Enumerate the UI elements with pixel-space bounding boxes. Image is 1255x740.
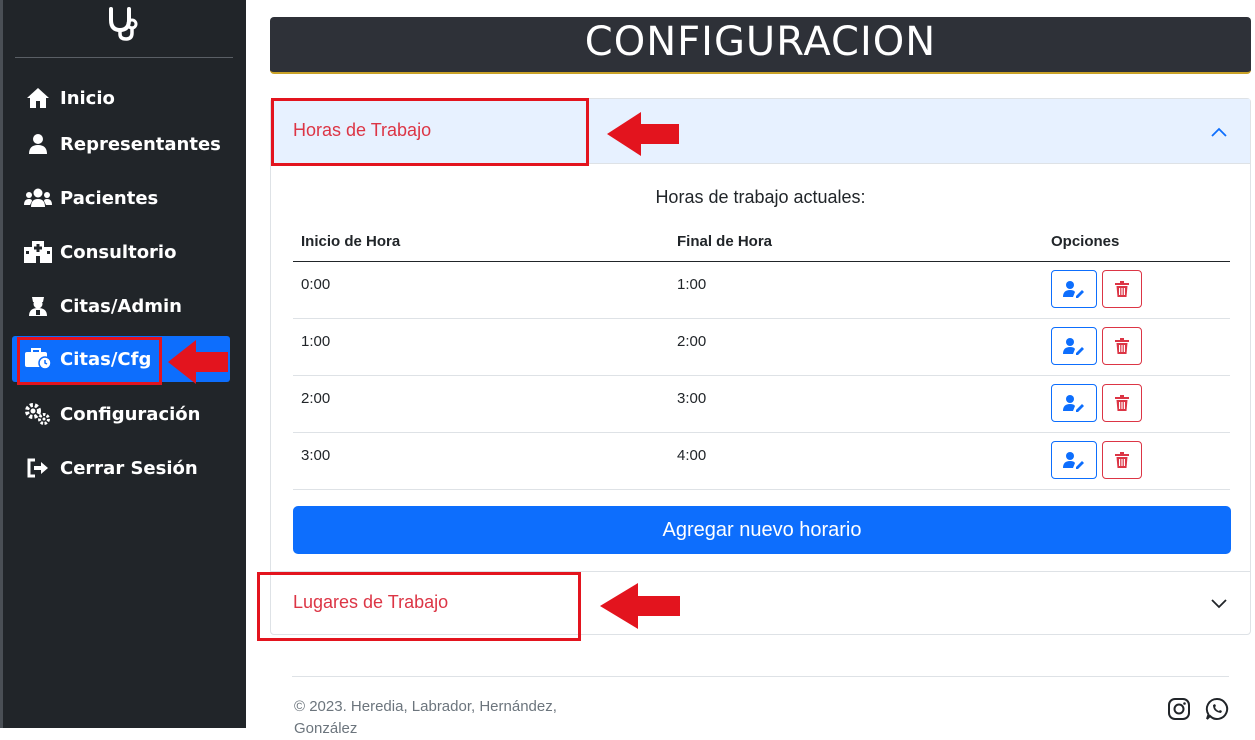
sidebar-item-label: Citas/Cfg	[60, 348, 152, 370]
column-header: Final de Hora	[677, 233, 773, 250]
sidebar-item-citas-admin[interactable]: Citas/Admin	[12, 283, 230, 329]
end-hour: 3:00	[677, 390, 707, 407]
page-title: CONFIGURACION	[270, 17, 1251, 74]
chevron-down-icon	[1211, 599, 1227, 609]
sign-out-icon	[24, 456, 52, 480]
sidebar-item-label: Pacientes	[60, 187, 159, 209]
user-edit-icon	[1063, 281, 1084, 298]
footer-divider	[292, 676, 1229, 677]
trash-icon	[1115, 395, 1129, 411]
sidebar-item-label: Consultorio	[60, 241, 177, 263]
footer-copyright: © 2023. Heredia, Labrador, Hernández, Go…	[294, 698, 557, 737]
trash-icon	[1115, 452, 1129, 468]
stethoscope-icon	[109, 7, 138, 41]
sidebar-item-representantes[interactable]: Representantes	[12, 121, 230, 167]
user-nurse-icon	[24, 294, 52, 318]
delete-button[interactable]	[1102, 384, 1142, 422]
delete-button[interactable]	[1102, 270, 1142, 308]
sidebar-item-label: Cerrar Sesión	[60, 457, 198, 479]
sidebar-item-label: Inicio	[60, 87, 115, 109]
logo-divider	[15, 57, 233, 58]
briefcase-clock-icon	[24, 347, 52, 371]
sidebar-item-pacientes[interactable]: Pacientes	[12, 175, 230, 221]
sidebar-item-cerrar-sesion[interactable]: Cerrar Sesión	[12, 445, 230, 491]
end-hour: 4:00	[677, 447, 707, 464]
delete-button[interactable]	[1102, 441, 1142, 479]
accordion-header-horas[interactable]: Horas de Trabajo	[271, 99, 1250, 164]
column-header: Inicio de Hora	[301, 233, 401, 250]
trash-icon	[1115, 338, 1129, 354]
instagram-icon[interactable]	[1167, 697, 1191, 721]
users-icon	[24, 186, 52, 210]
edit-button[interactable]	[1051, 270, 1097, 308]
end-hour: 2:00	[677, 333, 707, 350]
gears-icon	[24, 402, 52, 426]
section-subtitle: Horas de trabajo actuales:	[655, 187, 866, 207]
delete-button[interactable]	[1102, 327, 1142, 365]
user-edit-icon	[1063, 452, 1084, 469]
sidebar-item-consultorio[interactable]: Consultorio	[12, 229, 230, 275]
sidebar-item-label: Citas/Admin	[60, 295, 182, 317]
trash-icon	[1115, 281, 1129, 297]
table-row: 1:00 2:00	[293, 319, 1230, 376]
column-header: Opciones	[1051, 233, 1120, 250]
user-edit-icon	[1063, 338, 1084, 355]
add-schedule-button[interactable]: Agregar nuevo horario	[293, 506, 1231, 554]
accordion-header-lugares[interactable]: Lugares de Trabajo	[271, 571, 1250, 635]
house-icon	[24, 86, 52, 110]
edit-button[interactable]	[1051, 384, 1097, 422]
sidebar-item-inicio[interactable]: Inicio	[12, 75, 230, 121]
sidebar-item-label: Configuración	[60, 403, 201, 425]
start-hour: 2:00	[301, 390, 331, 407]
user-edit-icon	[1063, 395, 1084, 412]
whatsapp-icon[interactable]	[1205, 697, 1229, 721]
edit-button[interactable]	[1051, 441, 1097, 479]
edit-button[interactable]	[1051, 327, 1097, 365]
accordion: Horas de Trabajo Horas de trabajo actual…	[270, 98, 1251, 635]
sidebar-item-configuracion[interactable]: Configuración	[12, 391, 230, 437]
accordion-title: Lugares de Trabajo	[293, 592, 449, 612]
start-hour: 0:00	[301, 276, 331, 293]
table-row: 3:00 4:00	[293, 433, 1230, 490]
chevron-up-icon	[1211, 127, 1227, 137]
user-icon	[24, 132, 52, 156]
table-row: 2:00 3:00	[293, 376, 1230, 433]
end-hour: 1:00	[677, 276, 707, 293]
start-hour: 1:00	[301, 333, 331, 350]
hospital-icon	[24, 240, 52, 264]
start-hour: 3:00	[301, 447, 331, 464]
table-row: 0:00 1:00	[293, 262, 1230, 319]
accordion-title: Horas de Trabajo	[293, 120, 432, 140]
sidebar-item-label: Representantes	[60, 133, 221, 155]
sidebar-item-citas-cfg[interactable]: Citas/Cfg	[12, 336, 230, 382]
